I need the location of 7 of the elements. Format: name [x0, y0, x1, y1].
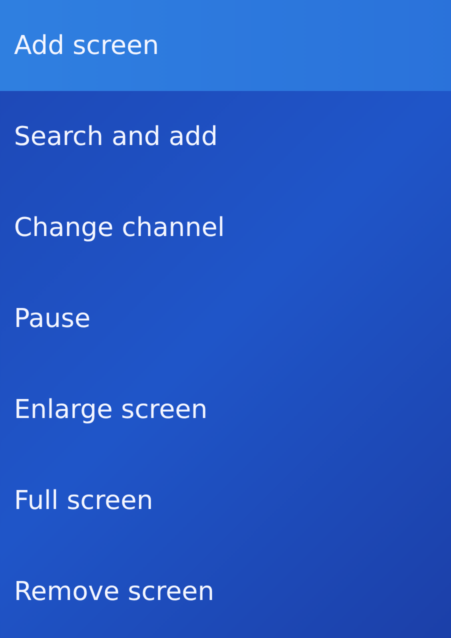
- menu-item[interactable]: Full screen: [0, 456, 451, 547]
- menu-item[interactable]: Add screen: [0, 0, 451, 92]
- menu-item[interactable]: Pause: [0, 273, 451, 365]
- menu-item[interactable]: Change channel: [0, 182, 451, 274]
- menu-item[interactable]: Remove screen: [0, 546, 451, 638]
- menu-item[interactable]: Search and add: [0, 91, 451, 182]
- menu-item[interactable]: Enlarge screen: [0, 364, 451, 456]
